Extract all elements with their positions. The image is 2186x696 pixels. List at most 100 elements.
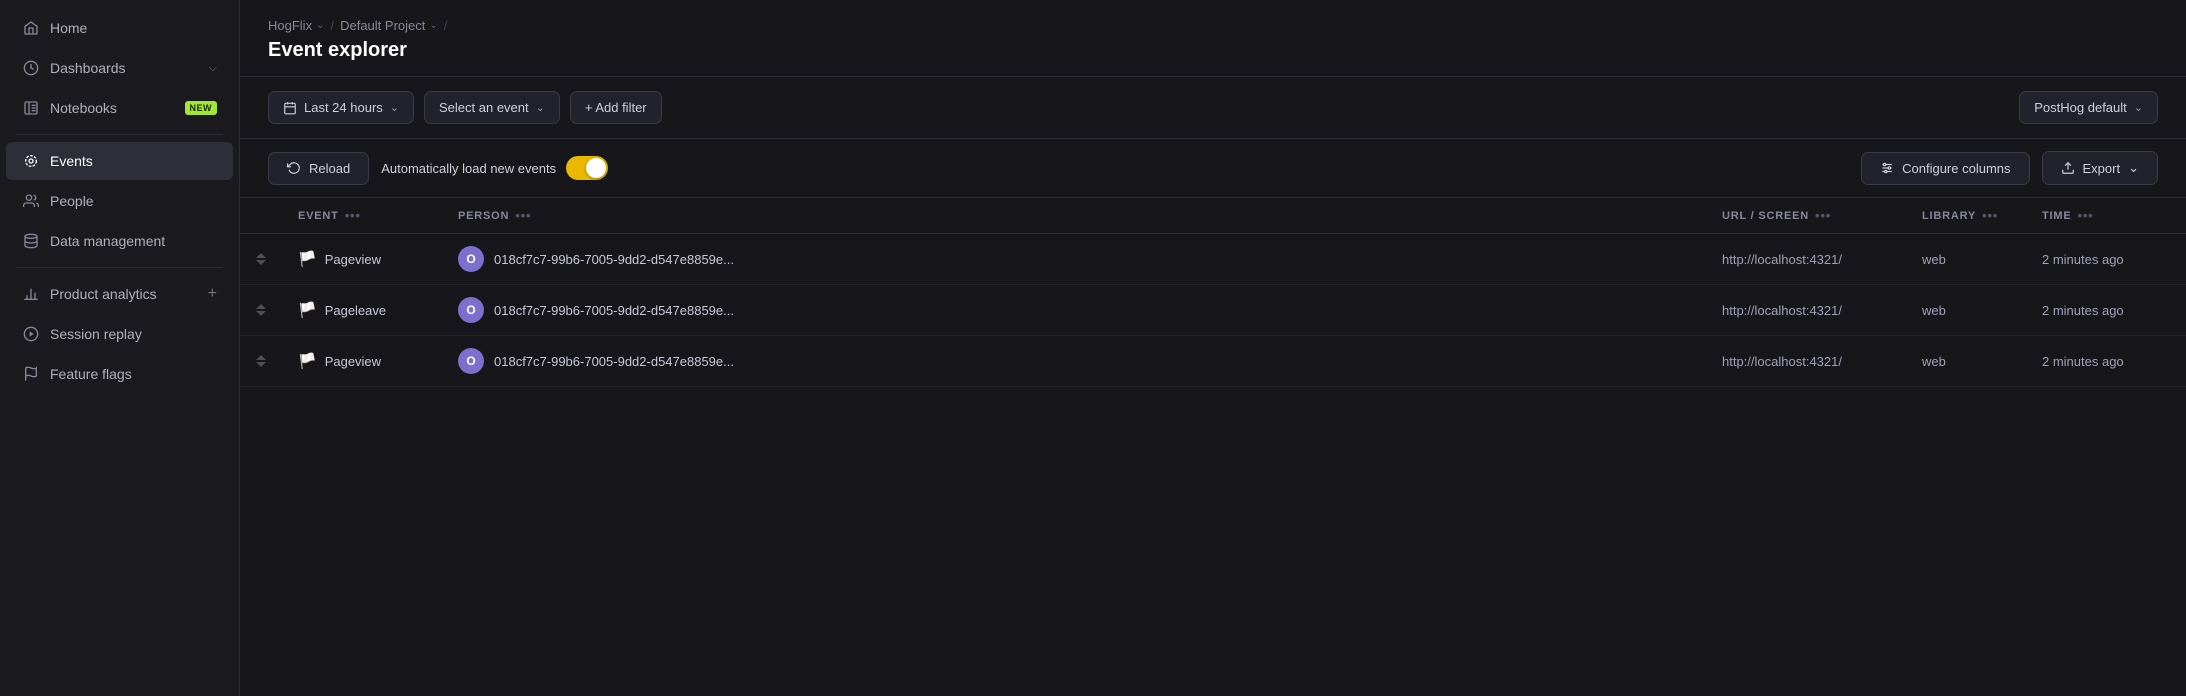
sidebar-item-label: Product analytics [50, 286, 198, 302]
col-expand [240, 198, 282, 234]
events-table-container: EVENT ••• PERSON ••• URL / SCREEN [240, 198, 2186, 696]
sidebar-item-feature-flags[interactable]: Feature flags [6, 355, 233, 393]
auto-load-label: Automatically load new events [381, 161, 556, 176]
sidebar-item-events[interactable]: Events [6, 142, 233, 180]
breadcrumb-project[interactable]: Default Project ⌄ [340, 18, 438, 33]
event-name: Pageview [325, 252, 381, 267]
cluster-select-button[interactable]: PostHog default ⌄ [2019, 91, 2158, 124]
main-content: HogFlix ⌄ / Default Project ⌄ / Event ex… [240, 0, 2186, 696]
sidebar-divider [16, 134, 223, 135]
reload-button[interactable]: Reload [268, 152, 369, 185]
column-options-dots[interactable]: ••• [515, 208, 531, 223]
time-cell: 2 minutes ago [2026, 285, 2186, 336]
breadcrumb-hogflix-label: HogFlix [268, 18, 312, 33]
chevron-down-icon: ⌄ [429, 20, 437, 31]
library-cell: web [1906, 234, 2026, 285]
session-replay-icon [22, 325, 40, 343]
sidebar-item-data-management[interactable]: Data management [6, 222, 233, 260]
col-url: URL / SCREEN ••• [1706, 198, 1906, 234]
event-cell: 🏳️ Pageview [298, 352, 426, 370]
configure-icon [1880, 161, 1894, 175]
expand-button[interactable] [256, 253, 266, 265]
table-row[interactable]: 🏳️ Pageview O 018cf7c7-99b6-7005-9dd2-d5… [240, 336, 2186, 387]
url-cell: http://localhost:4321/ [1706, 336, 1906, 387]
breadcrumb-separator: / [330, 18, 334, 33]
configure-columns-label: Configure columns [1902, 161, 2010, 176]
chevron-down-icon: ⌄ [536, 101, 545, 114]
time-cell: 2 minutes ago [2026, 234, 2186, 285]
page-title: Event explorer [268, 39, 2158, 62]
chevron-down-icon: ⌄ [316, 20, 324, 31]
column-options-dots[interactable]: ••• [345, 208, 361, 223]
breadcrumb-hogflix[interactable]: HogFlix ⌄ [268, 18, 324, 33]
sidebar-item-label: Events [50, 153, 217, 169]
col-event: EVENT ••• [282, 198, 442, 234]
url-cell: http://localhost:4321/ [1706, 285, 1906, 336]
events-icon [22, 152, 40, 170]
event-name: Pageleave [325, 303, 386, 318]
toolbar: Last 24 hours ⌄ Select an event ⌄ + Add … [240, 77, 2186, 139]
plus-icon[interactable]: + [208, 285, 217, 303]
table-row[interactable]: 🏳️ Pageview O 018cf7c7-99b6-7005-9dd2-d5… [240, 234, 2186, 285]
time-filter-button[interactable]: Last 24 hours ⌄ [268, 91, 414, 124]
person-cell: O 018cf7c7-99b6-7005-9dd2-d547e8859e... [458, 297, 1690, 323]
column-options-dots[interactable]: ••• [1815, 208, 1831, 223]
sidebar-divider [16, 267, 223, 268]
chevron-down-icon: ⌄ [390, 101, 399, 114]
add-filter-label: + Add filter [585, 100, 647, 115]
event-emoji: 🏳️ [298, 250, 317, 268]
sidebar-item-label: Home [50, 20, 217, 36]
person-id: 018cf7c7-99b6-7005-9dd2-d547e8859e... [494, 303, 734, 318]
configure-columns-button[interactable]: Configure columns [1861, 152, 2029, 185]
person-cell: O 018cf7c7-99b6-7005-9dd2-d547e8859e... [458, 246, 1690, 272]
home-icon [22, 19, 40, 37]
event-select-label: Select an event [439, 100, 529, 115]
library-cell: web [1906, 336, 2026, 387]
breadcrumb-project-label: Default Project [340, 18, 425, 33]
data-management-icon [22, 232, 40, 250]
sidebar-item-notebooks[interactable]: Notebooks NEW [6, 89, 233, 127]
notebooks-icon [22, 99, 40, 117]
sidebar-item-dashboards[interactable]: Dashboards ⌵ [6, 49, 233, 87]
time-cell: 2 minutes ago [2026, 336, 2186, 387]
expand-button[interactable] [256, 355, 266, 367]
col-person: PERSON ••• [442, 198, 1706, 234]
page-header: HogFlix ⌄ / Default Project ⌄ / Event ex… [240, 0, 2186, 77]
sidebar-item-people[interactable]: People [6, 182, 233, 220]
expand-button[interactable] [256, 304, 266, 316]
breadcrumb-separator: / [444, 18, 448, 33]
auto-load-toggle-group: Automatically load new events [381, 156, 608, 180]
reload-label: Reload [309, 161, 350, 176]
event-select-button[interactable]: Select an event ⌄ [424, 91, 560, 124]
sidebar-item-label: Notebooks [50, 100, 175, 116]
add-filter-button[interactable]: + Add filter [570, 91, 662, 124]
events-table: EVENT ••• PERSON ••• URL / SCREEN [240, 198, 2186, 387]
sidebar-item-label: Data management [50, 233, 217, 249]
sidebar-item-label: Session replay [50, 326, 217, 342]
sidebar-item-session-replay[interactable]: Session replay [6, 315, 233, 353]
avatar: O [458, 348, 484, 374]
dashboards-icon [22, 59, 40, 77]
auto-load-toggle[interactable] [566, 156, 608, 180]
url-cell: http://localhost:4321/ [1706, 234, 1906, 285]
reload-icon [287, 161, 301, 175]
sidebar: Home Dashboards ⌵ Notebooks NEW [0, 0, 240, 696]
table-row[interactable]: 🏳️ Pageleave O 018cf7c7-99b6-7005-9dd2-d… [240, 285, 2186, 336]
column-options-dots[interactable]: ••• [1982, 208, 1998, 223]
sidebar-item-product-analytics[interactable]: Product analytics + [6, 275, 233, 313]
sidebar-item-home[interactable]: Home [6, 9, 233, 47]
sidebar-item-label: People [50, 193, 217, 209]
col-time: TIME ••• [2026, 198, 2186, 234]
export-button[interactable]: Export ⌄ [2042, 151, 2158, 185]
event-name: Pageview [325, 354, 381, 369]
calendar-icon [283, 101, 297, 115]
col-library: LIBRARY ••• [1906, 198, 2026, 234]
export-label: Export [2083, 161, 2121, 176]
table-body: 🏳️ Pageview O 018cf7c7-99b6-7005-9dd2-d5… [240, 234, 2186, 387]
column-options-dots[interactable]: ••• [2077, 208, 2093, 223]
cluster-select-label: PostHog default [2034, 100, 2127, 115]
feature-flags-icon [22, 365, 40, 383]
chevron-down-icon: ⌄ [2134, 101, 2143, 114]
avatar: O [458, 297, 484, 323]
person-id: 018cf7c7-99b6-7005-9dd2-d547e8859e... [494, 252, 734, 267]
